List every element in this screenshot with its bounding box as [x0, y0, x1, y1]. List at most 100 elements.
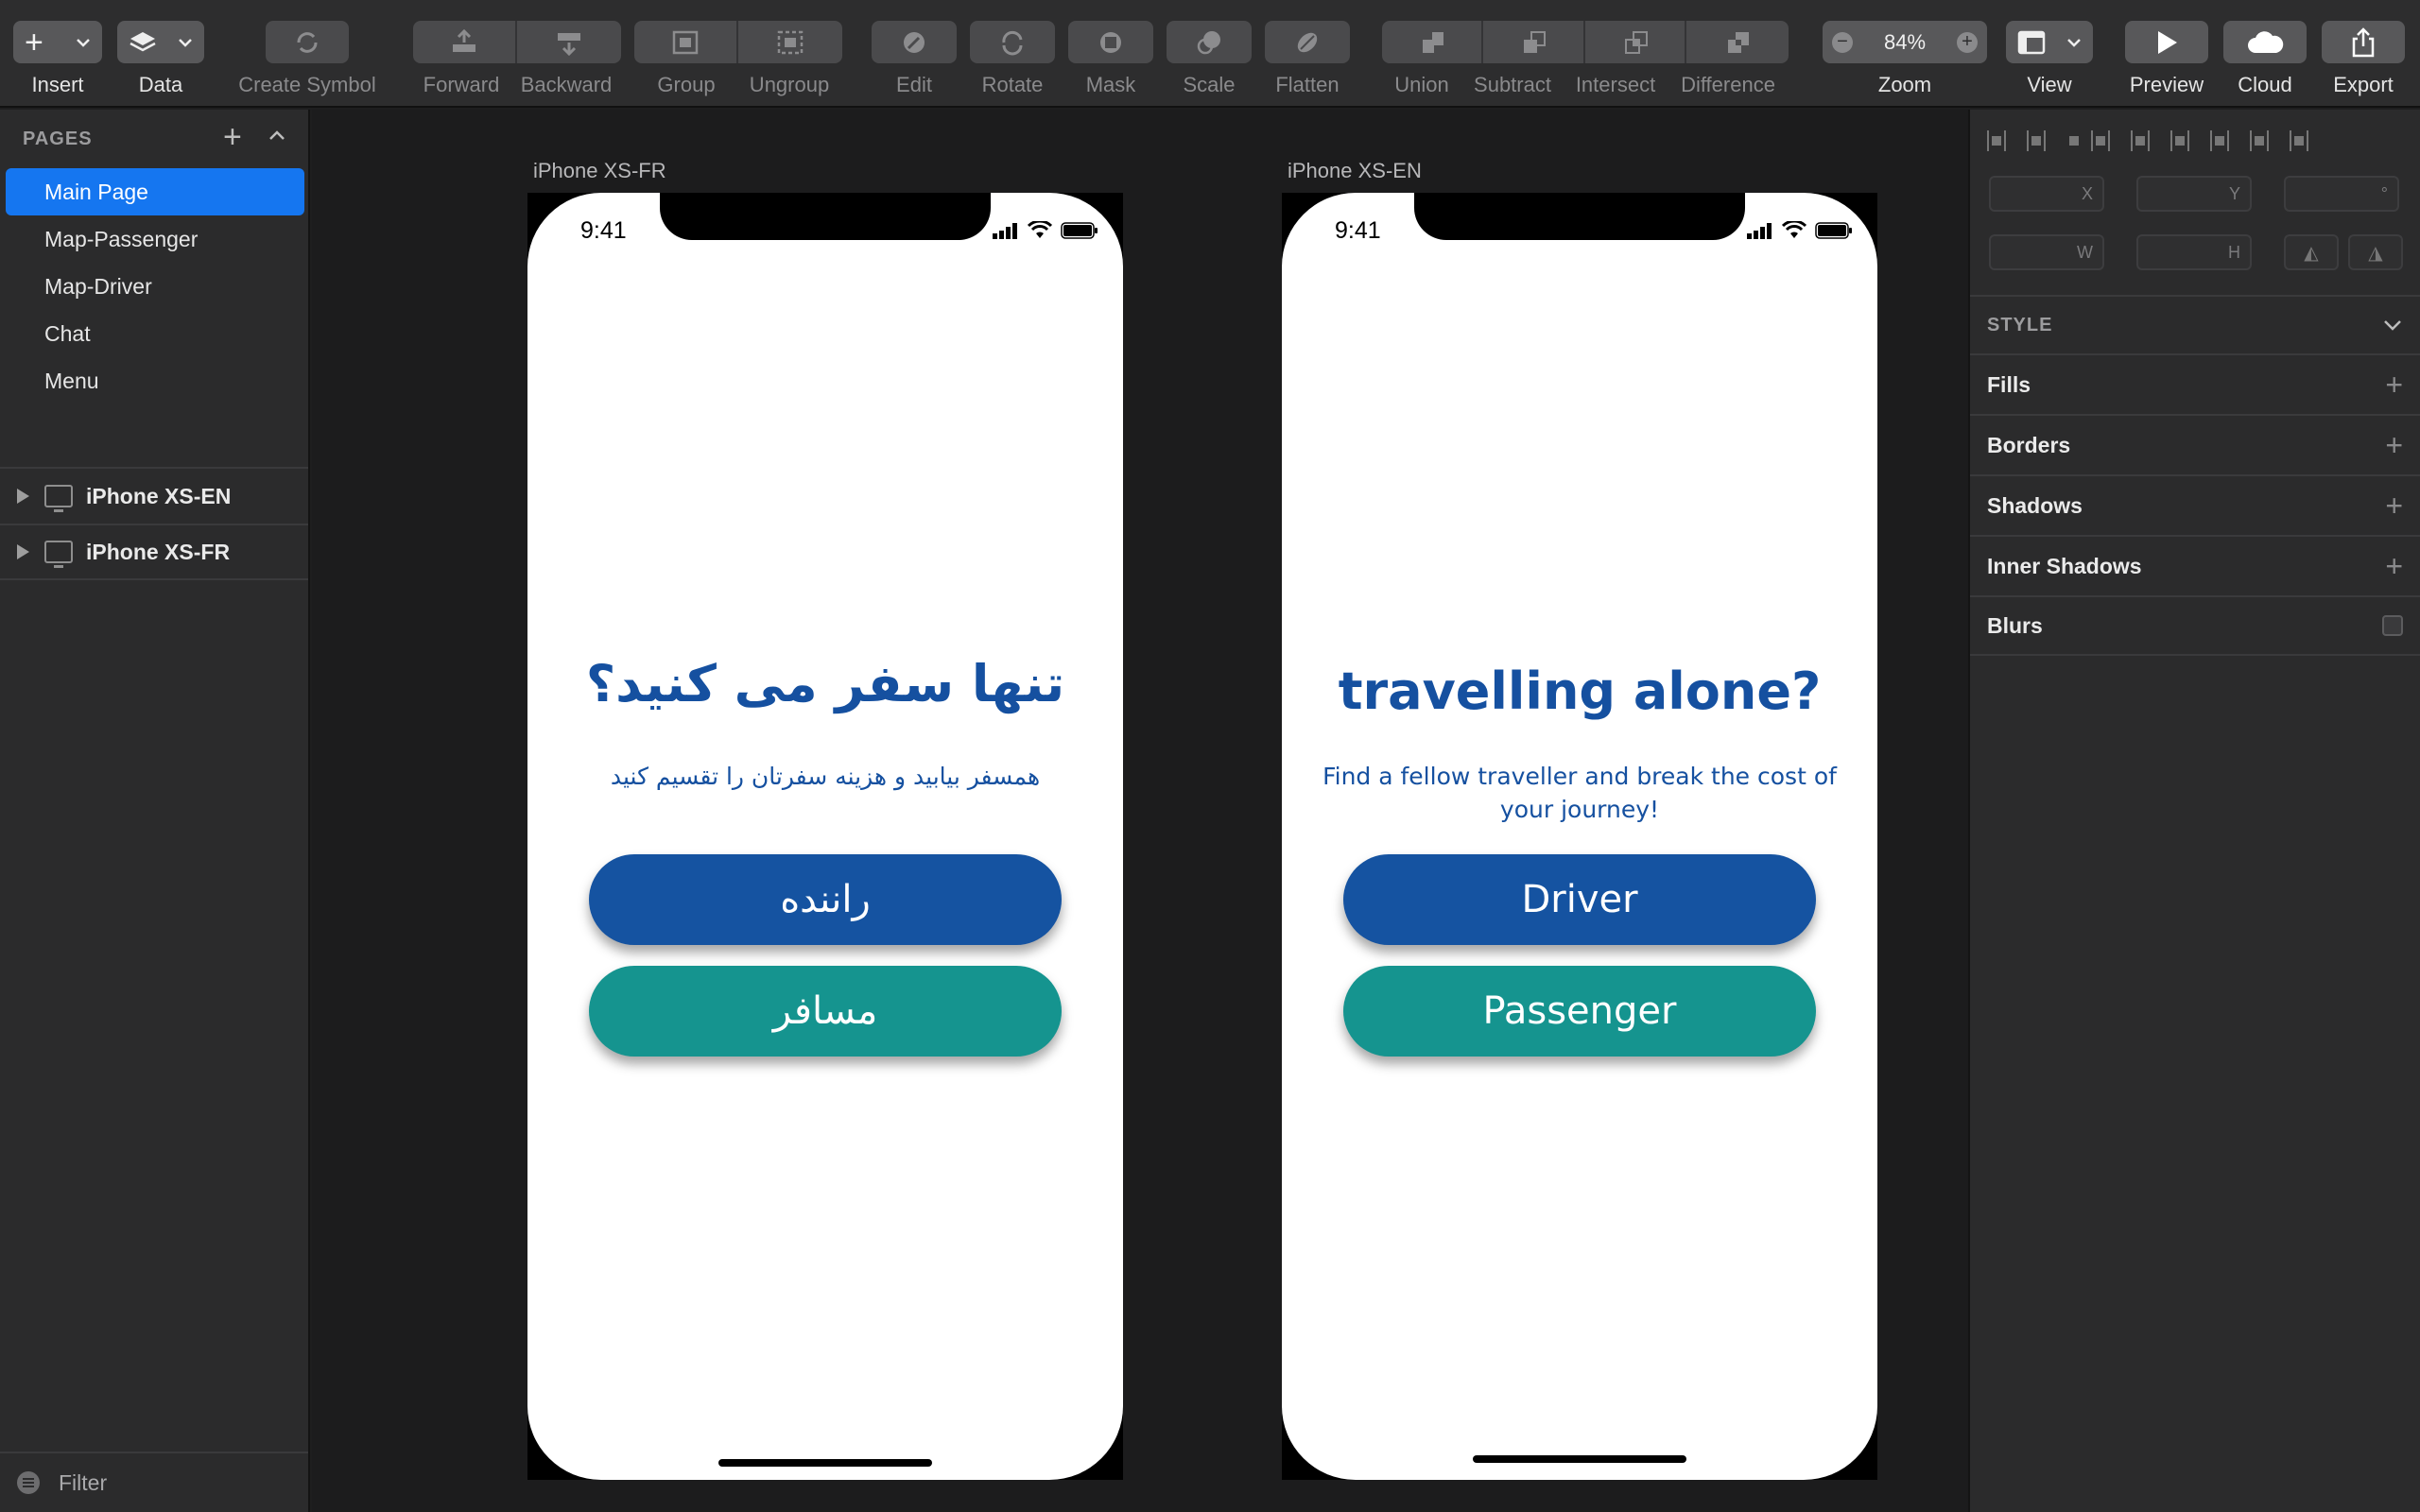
driver-button[interactable]: راننده: [589, 854, 1062, 945]
filter-bar[interactable]: Filter: [0, 1452, 308, 1512]
home-indicator: [1473, 1455, 1686, 1463]
difference-button[interactable]: [1686, 21, 1789, 63]
align-center-icon[interactable]: [2131, 130, 2150, 151]
shadows-label: Shadows: [1987, 492, 2083, 518]
artboard-label-fr[interactable]: iPhone XS-FR: [533, 159, 666, 183]
view-tool[interactable]: View: [2006, 21, 2093, 104]
x-field[interactable]: X: [1989, 176, 2104, 212]
group-button[interactable]: [634, 21, 738, 63]
passenger-button[interactable]: مسافر: [589, 966, 1062, 1057]
align-top-icon[interactable]: [2210, 130, 2229, 151]
ungroup-button[interactable]: [738, 21, 842, 63]
page-item-map-passenger[interactable]: Map-Passenger: [6, 215, 304, 263]
filter-label: Filter: [59, 1469, 108, 1495]
union-label: Union: [1394, 73, 1449, 96]
y-field[interactable]: Y: [2136, 176, 2252, 212]
add-page-icon[interactable]: +: [223, 121, 242, 153]
subtract-label: Subtract: [1474, 73, 1551, 96]
more-icon[interactable]: [2066, 130, 2079, 151]
artboard-iphone-xs-en[interactable]: 9:41 travelling alone? Find a fellow tra…: [1282, 193, 1877, 1480]
align-right-icon[interactable]: [2170, 130, 2189, 151]
phone-screen: [1282, 193, 1877, 1480]
artboard-icon: [44, 485, 73, 512]
edit-tool[interactable]: Edit: [872, 21, 957, 104]
blur-checkbox[interactable]: [2382, 615, 2403, 636]
cloud-tool[interactable]: Cloud: [2223, 21, 2307, 104]
zoom-control: − 84% + Zoom: [1823, 21, 1987, 104]
mask-icon: [1100, 31, 1121, 53]
export-tool[interactable]: Export: [2322, 21, 2405, 104]
inner-shadows-section[interactable]: Inner Shadows +: [1970, 535, 2420, 595]
status-time: 9:41: [1335, 217, 1381, 244]
group-icon: [672, 30, 699, 54]
add-inner-shadow-icon[interactable]: +: [2385, 549, 2403, 584]
create-symbol-tool[interactable]: Create Symbol: [236, 21, 378, 104]
distribute-horizontal-icon[interactable]: [1987, 130, 2006, 151]
chevron-down-icon: [2067, 38, 2081, 47]
artboard-label-en[interactable]: iPhone XS-EN: [1288, 159, 1422, 183]
arrange-segment: [413, 21, 621, 63]
distribute-vertical-icon[interactable]: [2027, 130, 2046, 151]
zoom-label: Zoom: [1877, 73, 1932, 96]
flatten-tool[interactable]: Flatten: [1265, 21, 1350, 104]
rotation-field[interactable]: °: [2284, 176, 2399, 212]
borders-section[interactable]: Borders +: [1970, 414, 2420, 474]
layer-row-iphone-xs-fr[interactable]: iPhone XS-FR: [0, 524, 308, 580]
symbol-icon: [297, 31, 318, 53]
shadows-section[interactable]: Shadows +: [1970, 474, 2420, 535]
page-item-map-driver[interactable]: Map-Driver: [6, 263, 304, 310]
add-fill-icon[interactable]: +: [2385, 368, 2403, 403]
subtract-button[interactable]: [1483, 21, 1585, 63]
add-shadow-icon[interactable]: +: [2385, 489, 2403, 524]
backward-button[interactable]: [517, 21, 621, 63]
driver-button[interactable]: Driver: [1343, 854, 1816, 945]
width-field[interactable]: W: [1989, 234, 2104, 270]
union-button[interactable]: [1382, 21, 1483, 63]
preview-label: Preview: [2129, 73, 2204, 96]
scale-tool[interactable]: Scale: [1167, 21, 1252, 104]
page-item-menu[interactable]: Menu: [6, 357, 304, 404]
align-left-icon[interactable]: [2091, 130, 2110, 151]
insert-tool[interactable]: + Insert: [13, 21, 102, 104]
forward-button[interactable]: [413, 21, 517, 63]
zoom-in-icon[interactable]: +: [1956, 31, 1978, 53]
height-field[interactable]: H: [2136, 234, 2252, 270]
style-label: STYLE: [1987, 314, 2053, 335]
artboard-icon: [44, 541, 73, 568]
flip-horizontal-icon[interactable]: ◭: [2284, 234, 2339, 270]
blurs-section[interactable]: Blurs: [1970, 595, 2420, 656]
canvas[interactable]: iPhone XS-FR 9:41 تنها سفر می کنید؟ همسف…: [312, 110, 1968, 1512]
view-label: View: [2027, 73, 2072, 96]
layer-row-iphone-xs-en[interactable]: iPhone XS-EN: [0, 467, 308, 524]
chevron-up-icon[interactable]: [267, 125, 287, 146]
subtract-icon: [1524, 30, 1546, 53]
page-item-chat[interactable]: Chat: [6, 310, 304, 357]
intersect-label: Intersect: [1575, 73, 1656, 96]
page-item-main-page[interactable]: Main Page: [6, 168, 304, 215]
artboard-iphone-xs-fr[interactable]: 9:41 تنها سفر می کنید؟ همسفر بیابید و هز…: [527, 193, 1123, 1480]
ungroup-icon: [777, 30, 804, 54]
align-middle-icon[interactable]: [2250, 130, 2269, 151]
intersect-button[interactable]: [1585, 21, 1686, 63]
add-border-icon[interactable]: +: [2385, 428, 2403, 463]
style-header[interactable]: STYLE: [1970, 295, 2420, 353]
bring-forward-icon: [453, 28, 475, 52]
send-backward-icon: [558, 32, 580, 56]
mask-tool[interactable]: Mask: [1068, 21, 1153, 104]
preview-tool[interactable]: Preview: [2125, 21, 2208, 104]
fills-section[interactable]: Fills +: [1970, 353, 2420, 414]
zoom-out-icon[interactable]: −: [1832, 31, 1853, 53]
rotate-icon: [1002, 30, 1023, 55]
rotate-label: Rotate: [981, 73, 1044, 96]
rotate-tool[interactable]: Rotate: [970, 21, 1055, 104]
disclosure-triangle-icon[interactable]: [17, 544, 29, 559]
signal-icon: [993, 223, 1017, 239]
passenger-button[interactable]: Passenger: [1343, 966, 1816, 1057]
share-icon: [2352, 26, 2375, 57]
zoom-value[interactable]: 84%: [1884, 30, 1926, 55]
flip-vertical-icon[interactable]: ◮: [2348, 234, 2403, 270]
disclosure-triangle-icon[interactable]: [17, 489, 29, 504]
data-tool[interactable]: Data: [117, 21, 204, 104]
align-bottom-icon[interactable]: [2290, 130, 2308, 151]
play-icon: [2158, 30, 2177, 54]
